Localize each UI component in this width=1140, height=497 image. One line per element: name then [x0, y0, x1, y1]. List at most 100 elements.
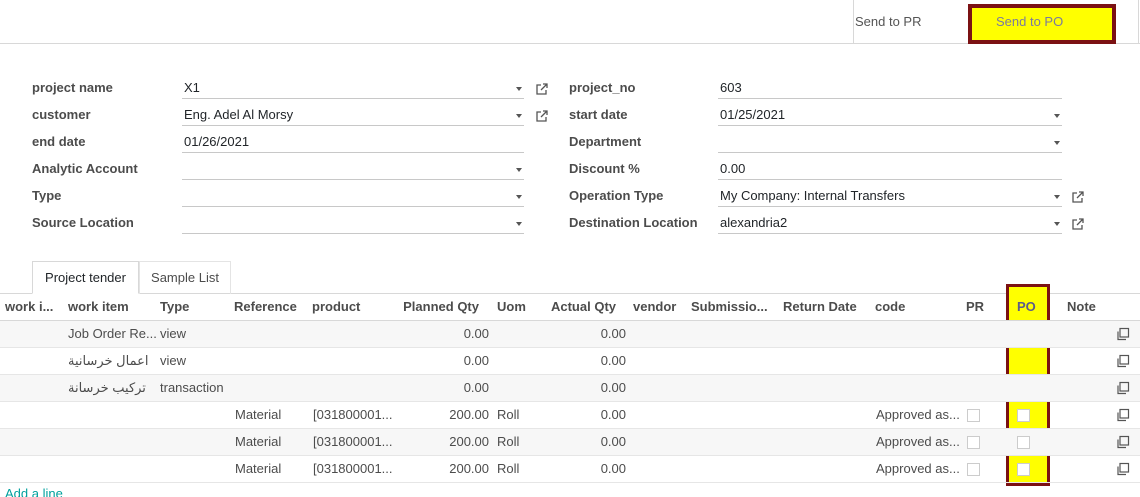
- col-planned-qty[interactable]: Planned Qty: [395, 294, 479, 321]
- table-row[interactable]: Job Order Re... view 0.00 0.00: [0, 321, 1140, 348]
- add-a-line-link[interactable]: Add a line: [5, 486, 63, 497]
- external-link-icon[interactable]: [1071, 217, 1085, 231]
- discount-field[interactable]: 0.00: [718, 160, 1062, 180]
- project-no-label: project_no: [569, 80, 636, 95]
- copy-icon[interactable]: [1116, 381, 1130, 395]
- copy-icon[interactable]: [1116, 408, 1130, 422]
- caret-down-icon[interactable]: [516, 168, 522, 172]
- planned-qty-cell: 0.00: [463, 326, 489, 341]
- table-header: work i... work item Type Reference produ…: [0, 294, 1140, 321]
- work-item-cell: اعمال خرسانية: [68, 353, 149, 368]
- caret-down-icon[interactable]: [1054, 195, 1060, 199]
- col-submission[interactable]: Submissio...: [691, 294, 767, 321]
- col-code[interactable]: code: [875, 294, 915, 321]
- destination-location-field[interactable]: alexandria2: [718, 214, 1062, 234]
- actual-qty-cell: 0.00: [600, 407, 626, 422]
- actual-qty-cell: 0.00: [600, 326, 626, 341]
- planned-qty-cell: 200.00: [449, 434, 489, 449]
- po-checkbox[interactable]: [1017, 409, 1030, 422]
- destination-location-value: alexandria2: [720, 215, 788, 230]
- end-date-label: end date: [32, 134, 86, 149]
- planned-qty-cell: 200.00: [449, 407, 489, 422]
- discount-label: Discount %: [569, 161, 640, 176]
- col-work-item[interactable]: work item: [68, 294, 153, 321]
- reference-cell: Material: [235, 461, 282, 476]
- caret-down-icon[interactable]: [516, 114, 522, 118]
- project-name-field[interactable]: X1: [182, 79, 524, 99]
- reference-cell: Material: [235, 434, 282, 449]
- col-uom[interactable]: Uom: [497, 294, 537, 321]
- product-cell: [031800001...: [313, 461, 393, 476]
- start-date-label: start date: [569, 107, 628, 122]
- col-po[interactable]: PO: [1017, 294, 1041, 321]
- table-row[interactable]: تركيب خرسانة transaction 0.00 0.00: [0, 375, 1140, 402]
- uom-cell: Roll: [497, 461, 520, 476]
- col-vendor[interactable]: vendor: [633, 294, 683, 321]
- table-row[interactable]: Material [031800001... 200.00 Roll 0.00 …: [0, 429, 1140, 456]
- col-type[interactable]: Type: [160, 294, 220, 321]
- project-name-label: project name: [32, 80, 113, 95]
- table-row[interactable]: Material [031800001... 200.00 Roll 0.00 …: [0, 456, 1140, 483]
- caret-down-icon[interactable]: [1054, 222, 1060, 226]
- customer-value: Eng. Adel Al Morsy: [184, 107, 294, 122]
- uom-cell: Roll: [497, 434, 520, 449]
- planned-qty-cell: 0.00: [463, 380, 489, 395]
- end-date-value: 01/26/2021: [184, 134, 250, 149]
- copy-icon[interactable]: [1116, 354, 1130, 368]
- project-no-field[interactable]: 603: [718, 79, 1062, 99]
- external-link-icon[interactable]: [535, 109, 549, 123]
- col-note[interactable]: Note: [1067, 294, 1103, 321]
- type-field[interactable]: [182, 187, 524, 207]
- caret-down-icon[interactable]: [516, 87, 522, 91]
- col-pr[interactable]: PR: [966, 294, 990, 321]
- code-cell: Approved as...: [876, 434, 960, 449]
- project-name-value: X1: [184, 80, 200, 95]
- caret-down-icon[interactable]: [1054, 141, 1060, 145]
- caret-down-icon[interactable]: [516, 222, 522, 226]
- department-field[interactable]: [718, 133, 1062, 153]
- col-reference[interactable]: Reference: [234, 294, 304, 321]
- operation-type-value: My Company: Internal Transfers: [720, 188, 905, 203]
- source-location-label: Source Location: [32, 215, 134, 230]
- send-to-po-button[interactable]: Send to PO: [968, 4, 1116, 44]
- copy-icon[interactable]: [1116, 327, 1130, 341]
- start-date-field[interactable]: 01/25/2021: [718, 106, 1062, 126]
- type-cell: transaction: [160, 380, 224, 395]
- copy-icon[interactable]: [1116, 435, 1130, 449]
- caret-down-icon[interactable]: [1054, 114, 1060, 118]
- send-to-pr-button[interactable]: Send to PR: [853, 0, 968, 44]
- start-date-value: 01/25/2021: [720, 107, 786, 122]
- po-checkbox[interactable]: [1017, 436, 1030, 449]
- col-return-date[interactable]: Return Date: [783, 294, 863, 321]
- actual-qty-cell: 0.00: [600, 380, 626, 395]
- pr-checkbox[interactable]: [967, 463, 980, 476]
- table-row[interactable]: Material [031800001... 200.00 Roll 0.00 …: [0, 402, 1140, 429]
- table-row[interactable]: اعمال خرسانية view 0.00 0.00: [0, 348, 1140, 375]
- end-date-field[interactable]: 01/26/2021: [182, 133, 524, 153]
- col-work-i[interactable]: work i...: [5, 294, 53, 321]
- analytic-account-field[interactable]: [182, 160, 524, 180]
- external-link-icon[interactable]: [535, 82, 549, 96]
- type-cell: view: [160, 326, 187, 341]
- code-cell: Approved as...: [876, 461, 960, 476]
- pr-checkbox[interactable]: [967, 436, 980, 449]
- operation-type-field[interactable]: My Company: Internal Transfers: [718, 187, 1062, 207]
- divider: [1138, 0, 1139, 44]
- col-product[interactable]: product: [312, 294, 382, 321]
- reference-cell: Material: [235, 407, 282, 422]
- tab-project-tender[interactable]: Project tender: [32, 261, 139, 294]
- source-location-field[interactable]: [182, 214, 524, 234]
- external-link-icon[interactable]: [1071, 190, 1085, 204]
- discount-value: 0.00: [720, 161, 746, 176]
- po-checkbox[interactable]: [1017, 463, 1030, 476]
- customer-field[interactable]: Eng. Adel Al Morsy: [182, 106, 524, 126]
- planned-qty-cell: 200.00: [449, 461, 489, 476]
- product-cell: [031800001...: [313, 434, 393, 449]
- tab-sample-list[interactable]: Sample List: [139, 261, 231, 294]
- copy-icon[interactable]: [1116, 462, 1130, 476]
- work-item-cell: Job Order Re...: [68, 326, 156, 341]
- pr-checkbox[interactable]: [967, 409, 980, 422]
- caret-down-icon[interactable]: [516, 195, 522, 199]
- col-actual-qty[interactable]: Actual Qty: [540, 294, 616, 321]
- analytic-account-label: Analytic Account: [32, 161, 138, 176]
